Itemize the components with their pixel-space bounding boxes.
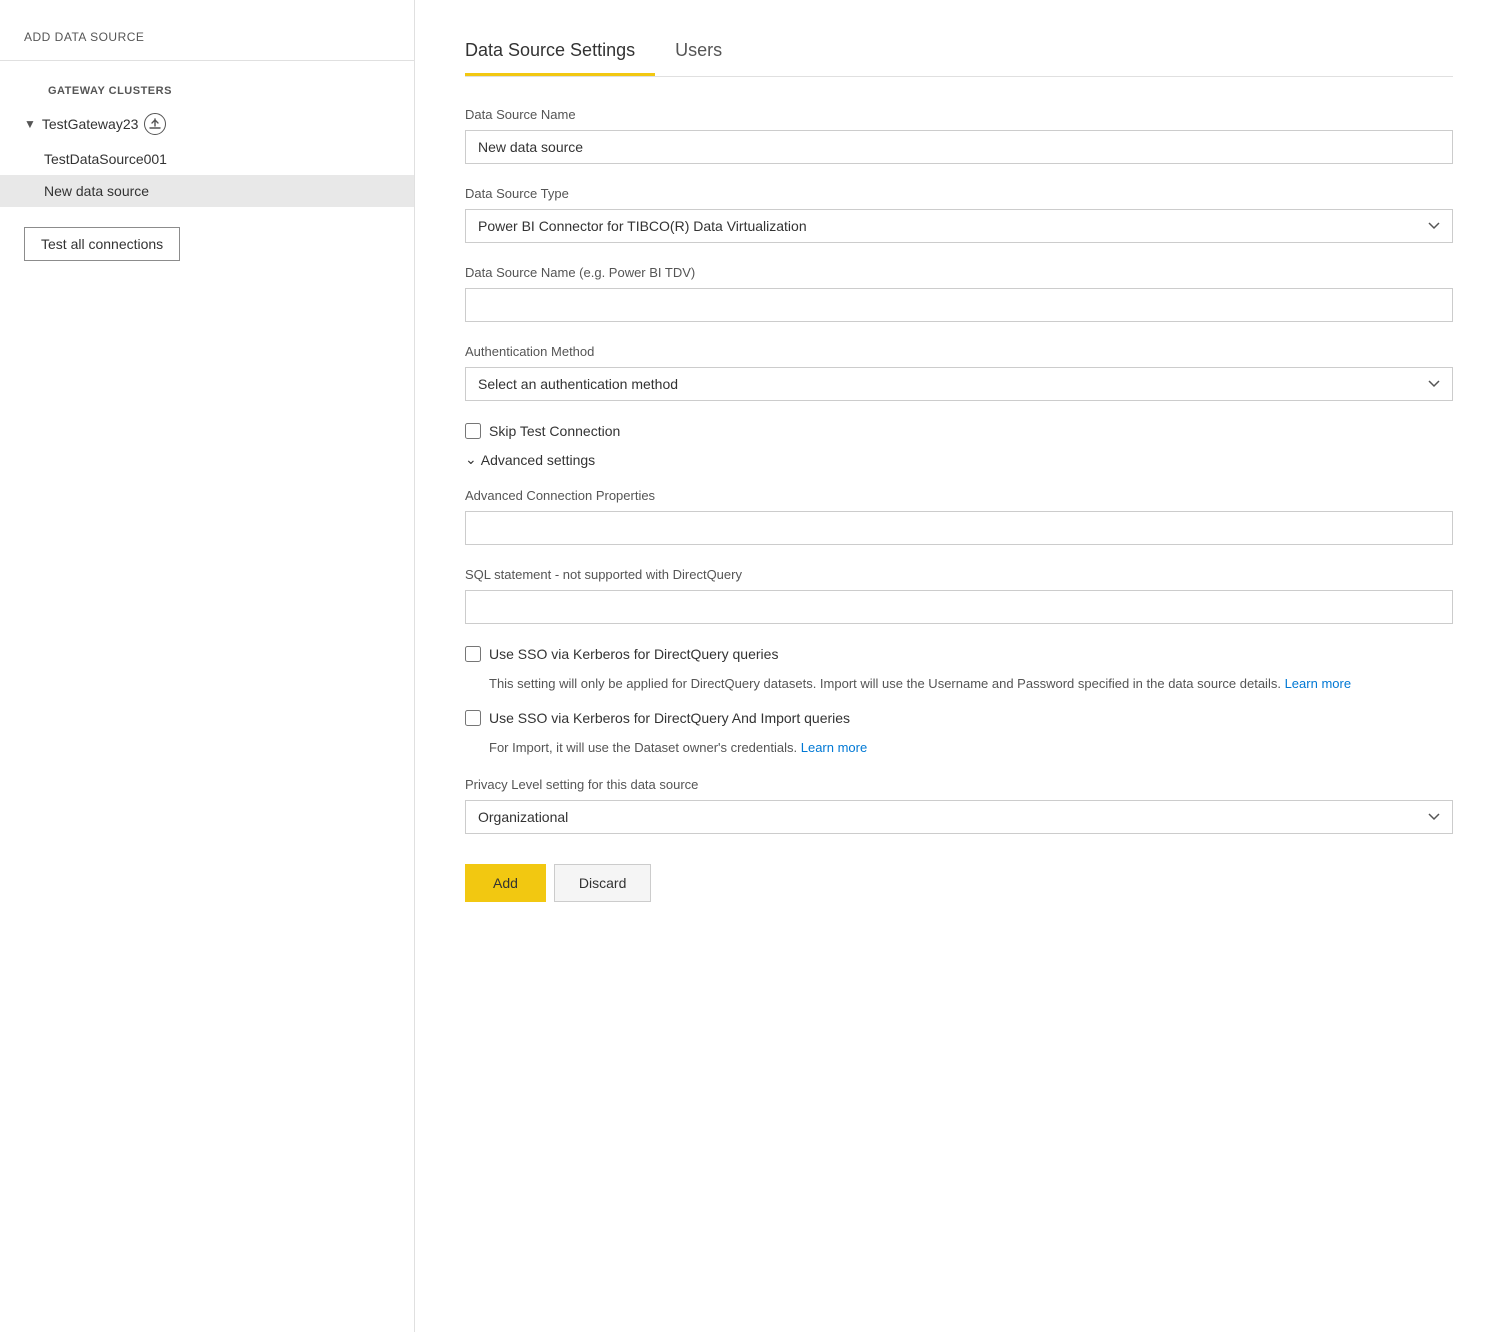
data-source-name-group: Data Source Name xyxy=(465,107,1453,164)
sql-statement-input[interactable] xyxy=(465,590,1453,624)
sidebar-item-testdatasource001[interactable]: TestDataSource001 xyxy=(0,143,414,175)
form-actions: Add Discard xyxy=(465,864,1453,902)
privacy-level-label: Privacy Level setting for this data sour… xyxy=(465,777,1453,792)
sql-statement-label: SQL statement - not supported with Direc… xyxy=(465,567,1453,582)
auth-method-select[interactable]: Select an authentication method xyxy=(465,367,1453,401)
add-data-source-title: ADD DATA SOURCE xyxy=(0,20,414,61)
sso-kerberos-import-checkbox[interactable] xyxy=(465,710,481,726)
data-source-name2-input[interactable] xyxy=(465,288,1453,322)
chevron-down-small-icon: ⌄ xyxy=(465,451,477,468)
sso-kerberos-import-learn-more-link[interactable]: Learn more xyxy=(801,740,867,755)
auth-method-label: Authentication Method xyxy=(465,344,1453,359)
sql-statement-group: SQL statement - not supported with Direc… xyxy=(465,567,1453,624)
sso-kerberos-import-checkbox-group: Use SSO via Kerberos for DirectQuery And… xyxy=(465,710,1453,726)
main-content: Data Source Settings Users Data Source N… xyxy=(415,0,1503,1332)
data-source-name2-group: Data Source Name (e.g. Power BI TDV) xyxy=(465,265,1453,322)
privacy-level-select[interactable]: None Private Organizational Public xyxy=(465,800,1453,834)
discard-button[interactable]: Discard xyxy=(554,864,651,902)
test-all-connections-button[interactable]: Test all connections xyxy=(24,227,180,261)
sso-kerberos-import-info: For Import, it will use the Dataset owne… xyxy=(465,738,1453,758)
advanced-settings-label: Advanced settings xyxy=(481,452,595,468)
advanced-settings-toggle[interactable]: ⌄ Advanced settings xyxy=(465,451,1453,468)
chevron-down-icon: ▼ xyxy=(24,117,36,131)
data-source-type-group: Data Source Type Power BI Connector for … xyxy=(465,186,1453,243)
data-source-name2-label: Data Source Name (e.g. Power BI TDV) xyxy=(465,265,1453,280)
sidebar-item-new-data-source[interactable]: New data source xyxy=(0,175,414,207)
sso-kerberos-direct-checkbox[interactable] xyxy=(465,646,481,662)
advanced-connection-input[interactable] xyxy=(465,511,1453,545)
cloud-upload-icon xyxy=(144,113,166,135)
data-source-form: Data Source Name Data Source Type Power … xyxy=(465,107,1453,902)
sso-kerberos-import-label[interactable]: Use SSO via Kerberos for DirectQuery And… xyxy=(489,710,850,726)
sso-kerberos-import-group: Use SSO via Kerberos for DirectQuery And… xyxy=(465,710,1453,758)
data-source-type-select[interactable]: Power BI Connector for TIBCO(R) Data Vir… xyxy=(465,209,1453,243)
advanced-connection-group: Advanced Connection Properties xyxy=(465,488,1453,545)
privacy-level-group: Privacy Level setting for this data sour… xyxy=(465,777,1453,834)
sso-kerberos-direct-learn-more-link[interactable]: Learn more xyxy=(1285,676,1351,691)
skip-test-connection-group: Skip Test Connection xyxy=(465,423,1453,439)
sso-kerberos-direct-info: This setting will only be applied for Di… xyxy=(465,674,1453,694)
gateway-name-label: TestGateway23 xyxy=(42,116,139,132)
sidebar: ADD DATA SOURCE GATEWAY CLUSTERS ▼ TestG… xyxy=(0,0,415,1332)
sso-kerberos-direct-label[interactable]: Use SSO via Kerberos for DirectQuery que… xyxy=(489,646,778,662)
sso-kerberos-direct-group: Use SSO via Kerberos for DirectQuery que… xyxy=(465,646,1453,694)
advanced-connection-label: Advanced Connection Properties xyxy=(465,488,1453,503)
data-source-type-label: Data Source Type xyxy=(465,186,1453,201)
gateway-cluster-item[interactable]: ▼ TestGateway23 xyxy=(0,105,414,143)
sso-kerberos-direct-checkbox-group: Use SSO via Kerberos for DirectQuery que… xyxy=(465,646,1453,662)
data-source-name-label: Data Source Name xyxy=(465,107,1453,122)
tab-bar: Data Source Settings Users xyxy=(465,30,1453,77)
tab-users[interactable]: Users xyxy=(675,30,742,76)
add-button[interactable]: Add xyxy=(465,864,546,902)
auth-method-group: Authentication Method Select an authenti… xyxy=(465,344,1453,401)
tab-data-source-settings[interactable]: Data Source Settings xyxy=(465,30,655,76)
skip-test-connection-label[interactable]: Skip Test Connection xyxy=(489,423,620,439)
gateway-clusters-title: GATEWAY CLUSTERS xyxy=(24,77,390,101)
data-source-name-input[interactable] xyxy=(465,130,1453,164)
skip-test-connection-checkbox[interactable] xyxy=(465,423,481,439)
